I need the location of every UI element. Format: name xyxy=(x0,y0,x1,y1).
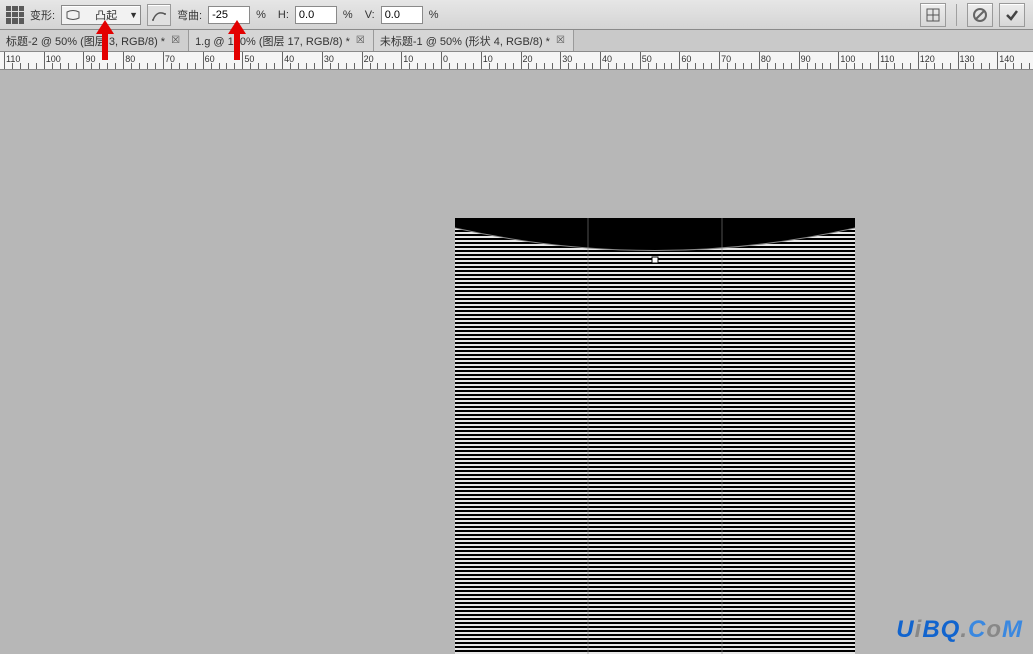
warp-preview[interactable] xyxy=(455,218,855,654)
ruler-label: 110 xyxy=(6,54,20,64)
ruler-label: 130 xyxy=(960,54,975,64)
horizontal-ruler[interactable]: 1101009080706050403020100102030405060708… xyxy=(0,52,1033,70)
ruler-label: 100 xyxy=(46,54,61,64)
options-bar: 变形: 凸起 ▼ 弯曲: % H: % V: % xyxy=(0,0,1033,30)
bulge-icon xyxy=(66,10,80,20)
control-handle xyxy=(652,257,658,263)
orientation-icon xyxy=(151,8,167,22)
document-tabs: 标题-2 @ 50% (图层 3, RGB/8) * ☒ 1.g @ 100% … xyxy=(0,30,1033,52)
ruler-label: 110 xyxy=(880,54,894,64)
ruler-label: 0 xyxy=(443,54,448,64)
close-icon[interactable]: ☒ xyxy=(169,35,182,46)
h-percent: % xyxy=(343,9,353,21)
close-icon[interactable]: ☒ xyxy=(554,35,567,46)
h-input[interactable] xyxy=(295,6,337,24)
checkmark-icon xyxy=(1004,7,1020,23)
canvas-area[interactable]: UiBQ.CoM xyxy=(0,70,1033,654)
chevron-down-icon: ▼ xyxy=(129,10,138,20)
close-icon[interactable]: ☒ xyxy=(354,35,367,46)
toggle-mesh-button[interactable] xyxy=(920,3,946,27)
document-tab[interactable]: 未标题-1 @ 50% (形状 4, RGB/8) * ☒ xyxy=(374,30,574,51)
cancel-icon xyxy=(972,7,988,23)
document-tab[interactable]: 标题-2 @ 50% (图层 3, RGB/8) * ☒ xyxy=(0,30,189,51)
tab-title: 未标题-1 @ 50% (形状 4, RGB/8) * xyxy=(380,33,550,49)
mesh-icon xyxy=(925,7,941,23)
watermark: UiBQ.CoM xyxy=(896,616,1023,644)
ruler-label: 100 xyxy=(840,54,855,64)
bend-label: 弯曲: xyxy=(177,7,202,23)
ruler-label: 120 xyxy=(920,54,935,64)
v-input[interactable] xyxy=(381,6,423,24)
h-label: H: xyxy=(278,9,289,21)
orientation-button[interactable] xyxy=(147,4,171,26)
options-actions xyxy=(920,3,1025,27)
ruler-label: 140 xyxy=(999,54,1014,64)
annotation-arrow xyxy=(228,20,246,60)
document-tab[interactable]: 1.g @ 100% (图层 17, RGB/8) * ☒ xyxy=(189,30,374,51)
v-percent: % xyxy=(429,9,439,21)
tab-title: 标题-2 @ 50% (图层 3, RGB/8) * xyxy=(6,33,165,49)
grid-view-icon[interactable] xyxy=(6,6,24,24)
cancel-button[interactable] xyxy=(967,3,993,27)
warp-label: 变形: xyxy=(30,7,55,23)
divider xyxy=(956,4,957,26)
tab-title: 1.g @ 100% (图层 17, RGB/8) * xyxy=(195,33,350,49)
annotation-arrow xyxy=(96,20,114,60)
commit-button[interactable] xyxy=(999,3,1025,27)
v-label: V: xyxy=(365,9,375,21)
bend-percent: % xyxy=(256,9,266,21)
